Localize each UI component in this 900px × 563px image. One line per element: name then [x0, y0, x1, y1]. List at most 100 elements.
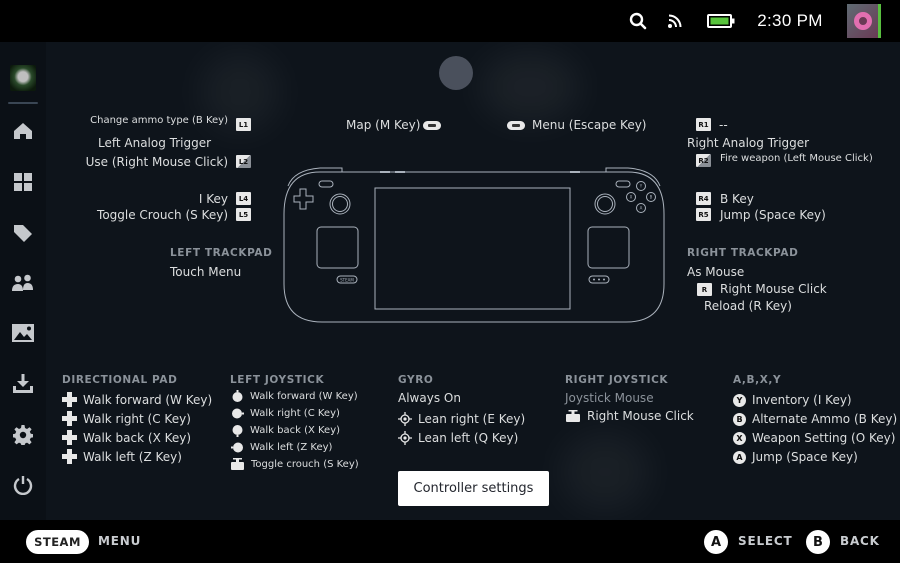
search-icon[interactable] — [626, 0, 650, 42]
select-label[interactable]: SELECT — [738, 534, 792, 548]
face-buttons-section-title: A,B,X,Y — [733, 374, 782, 386]
list-item: Toggle crouch (S Key) — [230, 458, 359, 471]
steam-button[interactable]: STEAM — [26, 530, 89, 554]
sidebar-item-library[interactable] — [0, 164, 46, 200]
game-avatar[interactable] — [0, 60, 46, 96]
list-item: Walk right (C Key) — [62, 411, 191, 426]
b-label: B — [650, 195, 653, 200]
a-button-icon: A — [733, 450, 746, 464]
r5-action: Jump (Space Key) — [720, 208, 826, 222]
l2-action: Use (Right Mouse Click) — [85, 155, 228, 169]
r2-header: Right Analog Trigger — [687, 136, 810, 150]
dpad-up-icon — [62, 392, 77, 407]
right-trackpad-outline — [587, 226, 630, 269]
list-item: A Jump (Space Key) — [733, 450, 858, 464]
grid-icon — [14, 173, 32, 191]
list-item: Lean right (E Key) — [398, 412, 525, 426]
r1-action: -- — [719, 118, 728, 132]
right-joystick-section-title: RIGHT JOYSTICK — [565, 374, 669, 386]
r4-action: B Key — [720, 192, 754, 206]
sidebar-item-media[interactable] — [0, 315, 46, 351]
x-label: X — [630, 195, 633, 200]
left-joystick-section-title: LEFT JOYSTICK — [230, 374, 325, 386]
y-button-icon: Y — [733, 393, 746, 407]
l4-key-icon: L4 — [236, 192, 251, 205]
y-label: Y — [639, 184, 643, 189]
list-item: Walk back (X Key) — [231, 424, 340, 437]
screen-outline — [374, 187, 571, 310]
right-trackpad-mode: As Mouse — [687, 265, 745, 279]
menu-button-action: Menu (Escape Key) — [532, 118, 647, 132]
steam-deck-diagram: STEAM Y X B A — [283, 167, 665, 323]
left-trackpad-title: LEFT TRACKPAD — [170, 247, 273, 259]
right-joystick-mode: Joystick Mouse — [565, 391, 654, 405]
l1-key-icon: L1 — [236, 118, 251, 131]
r4-key-icon: R4 — [696, 192, 711, 205]
l5-key-icon: L5 — [236, 208, 251, 221]
gyro-icon — [398, 412, 412, 426]
sidebar — [0, 42, 46, 520]
menu-label[interactable]: MENU — [98, 534, 141, 548]
page-indicator-dot — [439, 56, 473, 90]
list-item: Walk left (Z Key) — [231, 441, 332, 454]
r1-key-icon: R1 — [696, 118, 711, 131]
l1-action: Change ammo type (B Key) — [90, 115, 228, 126]
back-label[interactable]: BACK — [840, 534, 880, 548]
friends-icon — [12, 274, 33, 291]
b-button-icon: B — [733, 412, 746, 426]
list-item: Walk right (C Key) — [231, 407, 340, 420]
dpad-right-icon — [62, 411, 77, 426]
right-trackpad-binding: Reload (R Key) — [704, 299, 792, 313]
left-trackpad-outline — [316, 226, 359, 269]
r2-action: Fire weapon (Left Mouse Click) — [720, 153, 873, 164]
list-item: B Alternate Ammo (B Key) — [733, 412, 897, 426]
controller-layout-panel: Change ammo type (B Key) L1 Left Analog … — [0, 42, 900, 520]
left-shoulder-outline — [287, 167, 343, 187]
right-shoulder-outline — [605, 167, 661, 187]
list-item: Walk forward (W Key) — [231, 390, 358, 403]
user-avatar[interactable] — [845, 0, 883, 42]
list-item: X Weapon Setting (O Key) — [733, 431, 895, 445]
list-item: Right Mouse Click — [565, 409, 694, 423]
a-label: A — [640, 206, 643, 211]
l4-action: I Key — [198, 192, 228, 206]
gyro-icon — [398, 431, 412, 445]
menu-button-icon — [507, 121, 525, 130]
controller-settings-button[interactable]: Controller settings — [398, 471, 549, 506]
power-icon — [13, 476, 33, 495]
left-stick-up-icon — [231, 390, 244, 403]
a-button-icon[interactable]: A — [704, 530, 728, 554]
sidebar-item-power[interactable] — [0, 467, 46, 503]
status-bar: 2:30 PM — [0, 0, 900, 42]
l2-header: Left Analog Trigger — [98, 136, 212, 150]
footer-bar: STEAM MENU A SELECT B BACK — [0, 520, 900, 563]
home-icon — [14, 123, 32, 139]
b-button-icon[interactable]: B — [806, 530, 830, 554]
sidebar-item-home[interactable] — [0, 113, 46, 149]
sidebar-item-store[interactable] — [0, 215, 46, 251]
list-item: Walk back (X Key) — [62, 430, 191, 445]
l2-key-icon: L2 — [236, 155, 251, 168]
right-stick-click-icon — [565, 409, 581, 423]
list-item: Walk forward (W Key) — [62, 392, 212, 407]
view-button-outline — [318, 180, 334, 188]
wifi-icon[interactable] — [664, 0, 686, 42]
dpad-section-title: DIRECTIONAL PAD — [62, 374, 178, 386]
device-steam-label: STEAM — [340, 278, 354, 283]
r5-key-icon: R5 — [696, 208, 711, 221]
tag-icon — [14, 225, 32, 242]
x-button-icon: X — [733, 431, 746, 445]
left-stick-left-icon — [231, 441, 244, 454]
battery-icon[interactable] — [706, 0, 736, 42]
right-trackpad-click-icon: R — [697, 283, 712, 296]
sidebar-item-downloads[interactable] — [0, 366, 46, 402]
sidebar-item-settings[interactable] — [0, 417, 46, 453]
list-item: Walk left (Z Key) — [62, 449, 182, 464]
image-icon — [12, 324, 34, 342]
dpad-outline — [293, 188, 314, 210]
sidebar-item-friends[interactable] — [0, 265, 46, 301]
dpad-down-icon — [62, 430, 77, 445]
clock: 2:30 PM — [757, 11, 823, 30]
left-stick-down-icon — [231, 424, 244, 437]
gear-icon — [13, 425, 33, 445]
